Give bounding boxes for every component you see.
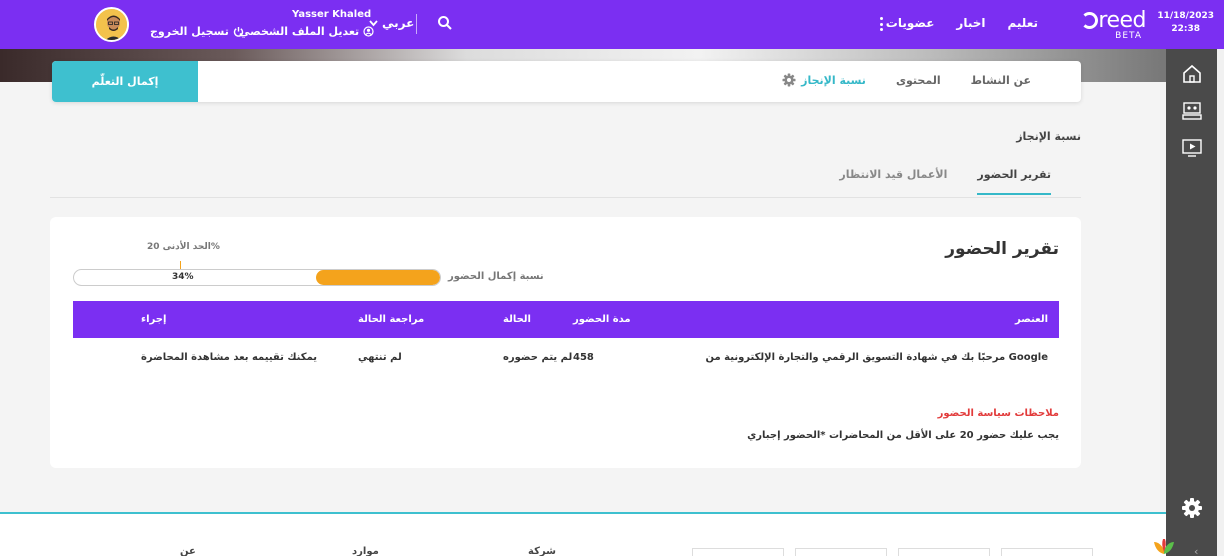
- progress-fill: [315, 270, 440, 285]
- footer-badge[interactable]: [692, 548, 784, 556]
- notes-title: ملاحظات سياسة الحضور: [937, 408, 1059, 419]
- time-text: 22:38: [1171, 24, 1200, 34]
- footer: عن موارد شركة: [0, 514, 1166, 556]
- col-item: العنصر: [1015, 314, 1048, 325]
- cell-status: لم يتم حضوره: [503, 352, 573, 363]
- cell-item: مرحبًا بك في شهادة التسويق الرقمي والتجا…: [705, 352, 1049, 363]
- footer-col-company[interactable]: شركة: [528, 546, 556, 556]
- logo-ring-icon: [1081, 12, 1099, 29]
- language-selector[interactable]: عربي: [369, 16, 414, 30]
- subtab-divider: [50, 197, 1081, 198]
- gear-icon[interactable]: [782, 73, 796, 87]
- progress-value: 34%: [172, 272, 194, 282]
- home-icon[interactable]: [1181, 63, 1203, 85]
- cell-duration: 458: [573, 352, 594, 363]
- min-threshold-label: الحد الأدنى 20%: [147, 242, 220, 252]
- settings-icon[interactable]: [1181, 497, 1203, 519]
- col-duration: مدة الحضور: [573, 314, 631, 325]
- logout-label: تسجيل الخروج: [150, 25, 229, 38]
- table-header: العنصر مدة الحضور الحالة مراجعة الحالة إ…: [73, 301, 1059, 338]
- search-icon[interactable]: [437, 15, 453, 31]
- attendance-report-card: تقرير الحضور الحد الأدنى 20% 34% نسبة إك…: [50, 217, 1081, 468]
- min-threshold-marker: [180, 261, 181, 269]
- table-row: مرحبًا بك في شهادة التسويق الرقمي والتجا…: [73, 339, 1059, 376]
- edit-profile-link[interactable]: تعديل الملف الشخصي: [239, 25, 374, 38]
- tab-about[interactable]: عن النشاط: [971, 74, 1031, 87]
- section-label: نسبة الإنجاز: [1016, 130, 1081, 143]
- avatar-person-icon: [96, 9, 127, 40]
- footer-col-resources[interactable]: موارد: [352, 546, 379, 556]
- footer-badge[interactable]: [898, 548, 990, 556]
- language-label: عربي: [382, 16, 415, 30]
- nav-news[interactable]: اخبار: [956, 16, 985, 30]
- user-name: Yasser Khaled: [292, 9, 372, 20]
- logout-link[interactable]: تسجيل الخروج: [150, 25, 244, 38]
- chevron-left-icon[interactable]: ‹: [1194, 545, 1198, 556]
- progress-label: نسبة إكمال الحضور: [448, 271, 544, 282]
- cell-action: يمكنك تقييمه بعد مشاهدة المحاضرة: [141, 352, 318, 363]
- footer-col-about[interactable]: عن: [180, 546, 196, 556]
- user-circle-icon: [363, 26, 374, 37]
- subtab-list: تقرير الحضور الأعمال قيد الانتظار: [839, 168, 1051, 195]
- classroom-icon[interactable]: [1181, 100, 1203, 122]
- top-bar: 11/18/2023 22:38 reed BETA تعليم اخبار ع…: [0, 0, 1224, 49]
- col-status: الحالة: [503, 314, 531, 325]
- avatar[interactable]: [94, 7, 129, 42]
- tab-list: عن النشاط المحتوى نسبة الإنجاز: [801, 74, 1031, 87]
- nav-memberships[interactable]: عضويات: [886, 16, 935, 30]
- col-review: مراجعة الحالة: [358, 314, 425, 325]
- nav-education[interactable]: تعليم: [1008, 16, 1039, 30]
- edit-profile-label: تعديل الملف الشخصي: [239, 25, 360, 38]
- power-icon: [233, 27, 243, 37]
- right-sidebar: [1166, 49, 1224, 556]
- footer-badge[interactable]: [1001, 548, 1093, 556]
- logo-badge: BETA: [1115, 31, 1142, 41]
- subtab-pending-work[interactable]: الأعمال قيد الانتظار: [839, 168, 947, 195]
- tab-completion[interactable]: نسبة الإنجاز: [801, 74, 866, 87]
- report-title: تقرير الحضور: [945, 239, 1059, 259]
- footer-badge[interactable]: [795, 548, 887, 556]
- logo-text: reed: [1098, 8, 1146, 33]
- complete-learning-button[interactable]: إكمال التعلّم: [52, 61, 198, 102]
- tab-content[interactable]: المحتوى: [896, 74, 941, 87]
- logo[interactable]: reed BETA: [1076, 8, 1146, 42]
- date-text: 11/18/2023: [1157, 11, 1214, 21]
- datetime: 11/18/2023 22:38: [1157, 10, 1214, 36]
- video-icon[interactable]: [1181, 137, 1203, 159]
- subtab-attendance-report[interactable]: تقرير الحضور: [977, 168, 1051, 195]
- scrollbar[interactable]: [1217, 49, 1224, 556]
- notes-text: يجب عليك حضور 20 على الأقل من المحاضرات …: [747, 430, 1059, 441]
- more-menu-icon[interactable]: [877, 15, 885, 33]
- top-nav: تعليم اخبار عضويات: [886, 16, 1038, 30]
- divider: [416, 14, 417, 34]
- attendance-progress-bar: 34%: [73, 269, 441, 286]
- activity-tabs-card: إكمال التعلّم عن النشاط المحتوى نسبة الإ…: [52, 61, 1081, 102]
- col-action: إجراء: [141, 314, 167, 325]
- butterfly-logo-icon: [1154, 539, 1174, 554]
- cell-review: لم تنتهي: [358, 352, 402, 363]
